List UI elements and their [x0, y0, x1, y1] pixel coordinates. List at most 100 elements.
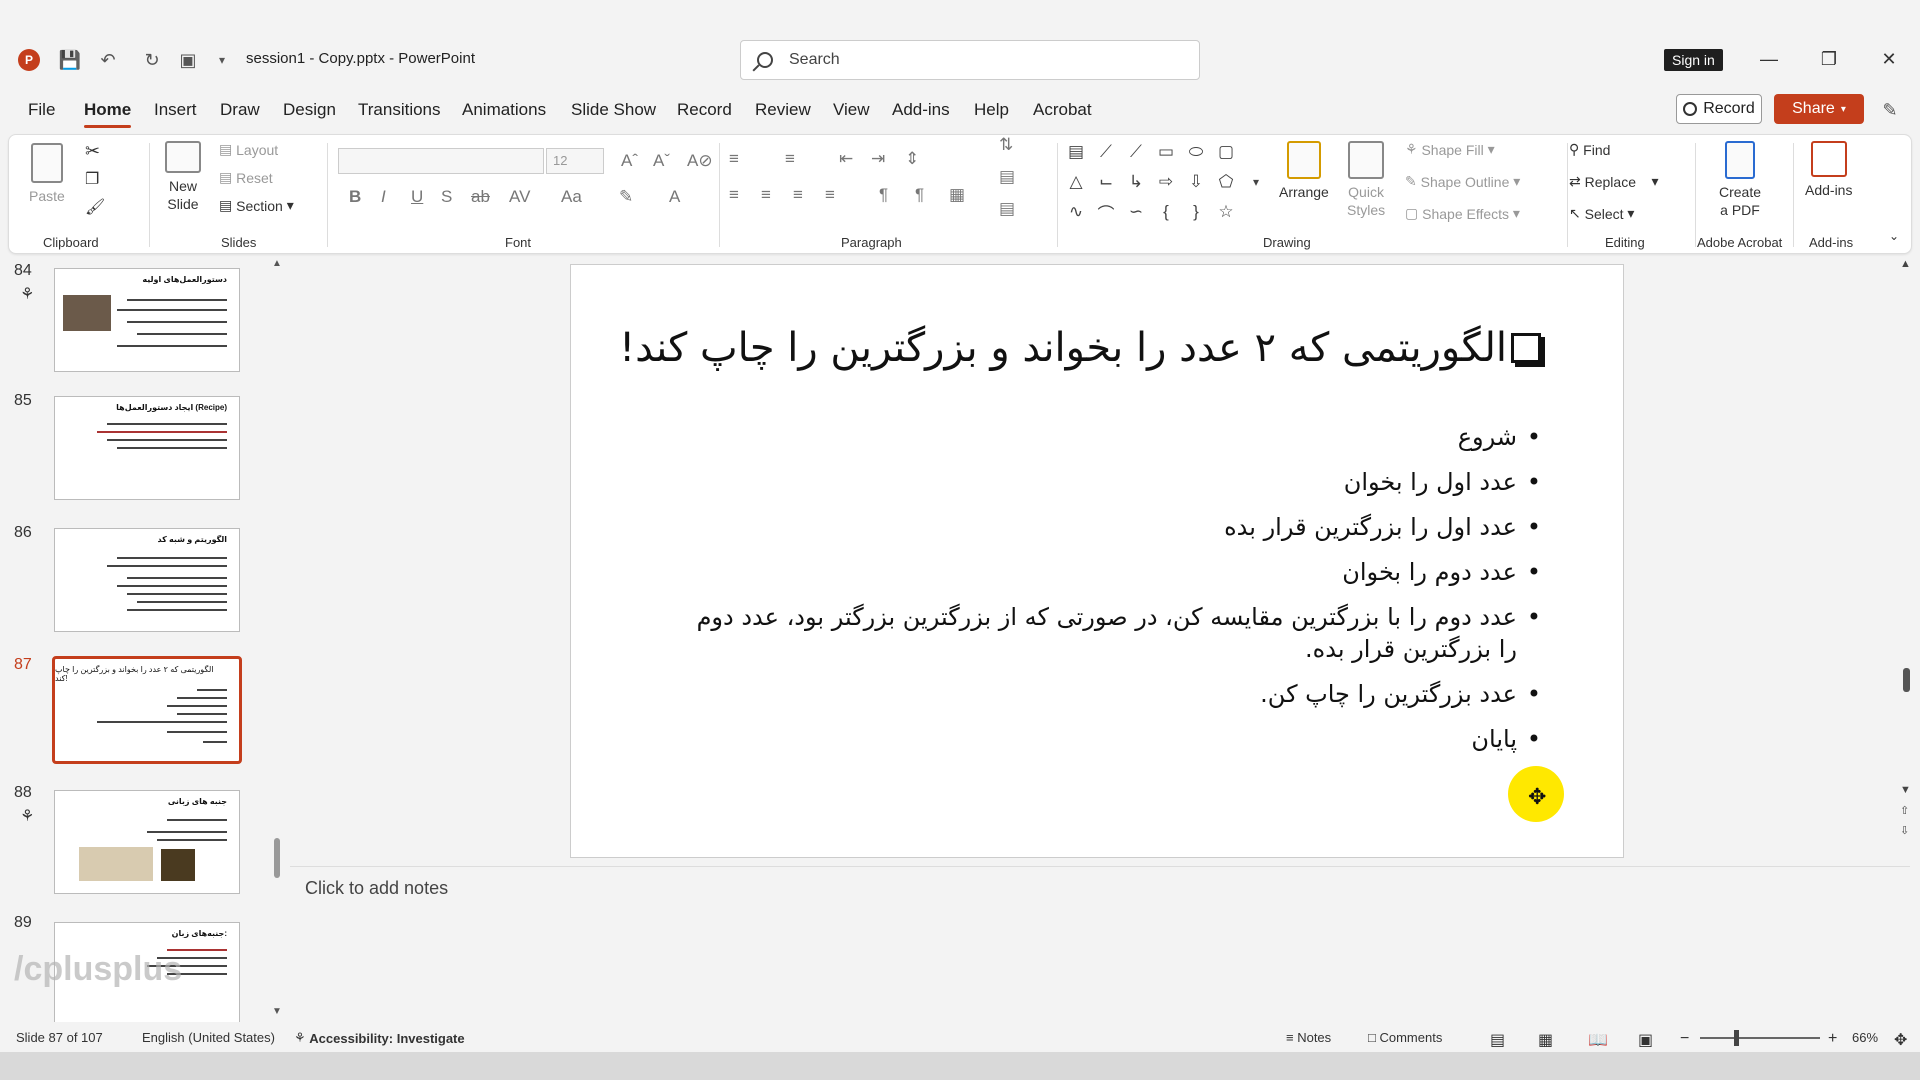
redo-icon[interactable]: ↻ [140, 48, 164, 72]
replace-button[interactable]: ⇄ Replace ▾ [1569, 173, 1659, 190]
scroll-down-icon[interactable]: ▼ [270, 1006, 284, 1017]
next-slide-icon[interactable]: ⇩ [1900, 824, 1909, 837]
slide-thumbnail-85[interactable]: ایجاد دستورالعمل‌ها (Recipe) [54, 396, 240, 500]
shapes-more-icon[interactable]: ▾ [1245, 171, 1267, 193]
star-shape-icon[interactable]: ☆ [1215, 201, 1237, 223]
sign-in-button[interactable]: Sign in [1664, 49, 1723, 71]
arc-shape-icon[interactable]: ⌒ [1095, 201, 1117, 224]
slide-thumbnail-84[interactable]: دستورالعمل‌های اولیه [54, 268, 240, 372]
line-spacing-icon[interactable]: ⇕ [905, 149, 919, 169]
slide-scroll-thumb[interactable] [1903, 668, 1910, 692]
shadow-icon[interactable]: S [441, 187, 452, 207]
down-arrow-shape-icon[interactable]: ⇩ [1185, 171, 1207, 193]
slide-bullets[interactable]: شروع عدد اول را بخوان عدد اول را بزرگتری… [681, 421, 1541, 768]
layout-button[interactable]: ▤ Layout [219, 141, 278, 158]
left-brace-icon[interactable]: { [1155, 201, 1177, 223]
accessibility-button[interactable]: ⚘ Accessibility: Investigate [294, 1030, 465, 1046]
undo-icon[interactable]: ↶ [96, 48, 120, 72]
tab-home[interactable]: Home [84, 100, 132, 128]
zoom-in-icon[interactable]: + [1828, 1030, 1837, 1048]
thumbnails-scrollbar[interactable]: ▲ ▼ [270, 258, 284, 1022]
slide-sorter-icon[interactable]: ▦ [1538, 1030, 1553, 1050]
align-right-icon[interactable]: ≡ [793, 185, 803, 205]
slide-canvas[interactable]: الگوریتمی که ۲ عدد را بخواند و بزرگترین … [570, 264, 1624, 858]
section-button[interactable]: ▤ Section ▾ [219, 197, 294, 214]
tab-draw[interactable]: Draw [220, 100, 260, 120]
character-spacing-icon[interactable]: AV [509, 187, 530, 207]
cut-icon[interactable]: ✂ [85, 141, 100, 162]
tab-design[interactable]: Design [283, 100, 336, 120]
arrow-line-shape-icon[interactable]: ⟋ [1125, 141, 1147, 163]
restore-icon[interactable]: ❐ [1814, 44, 1844, 74]
align-left-icon[interactable]: ≡ [729, 185, 739, 205]
justify-icon[interactable]: ≡ [825, 185, 835, 205]
smartart-icon[interactable]: ▤ [999, 199, 1015, 219]
line-shape-icon[interactable]: ⟋ [1095, 141, 1117, 163]
quick-styles-button[interactable]: Quick Styles [1347, 141, 1385, 219]
increase-font-icon[interactable]: Aˆ [621, 151, 638, 171]
strikethrough-icon[interactable]: ab [471, 187, 490, 207]
slide-thumbnail-86[interactable]: الگوریتم و شبه کد [54, 528, 240, 632]
slide-scrollbar[interactable]: ▲ ▼ ⇧ ⇩ [1898, 258, 1914, 858]
font-name-input[interactable] [338, 148, 544, 174]
shape-fill-button[interactable]: ⚘ Shape Fill ▾ [1405, 141, 1495, 158]
notes-input[interactable]: Click to add notes [305, 878, 448, 899]
tab-transitions[interactable]: Transitions [358, 100, 441, 120]
decrease-font-icon[interactable]: Aˇ [653, 151, 670, 171]
save-icon[interactable]: 💾 [58, 48, 82, 72]
scribble-shape-icon[interactable]: ∿ [1065, 201, 1087, 223]
decrease-indent-icon[interactable]: ⇤ [839, 149, 853, 169]
font-size-input[interactable]: 12 [546, 148, 604, 174]
select-button[interactable]: ↖ Select ▾ [1569, 205, 1634, 222]
present-icon[interactable]: ▣ [176, 48, 200, 72]
ltr-icon[interactable]: ¶ [879, 185, 888, 205]
thumbnails-scroll-thumb[interactable] [274, 838, 280, 878]
zoom-level[interactable]: 66% [1852, 1030, 1878, 1045]
tab-acrobat[interactable]: Acrobat [1033, 100, 1092, 120]
tab-view[interactable]: View [833, 100, 870, 120]
zoom-slider[interactable] [1700, 1037, 1820, 1039]
bullets-icon[interactable]: ≡ [729, 149, 739, 169]
normal-view-icon[interactable]: ▤ [1490, 1030, 1505, 1050]
slide-show-icon[interactable]: ▣ [1638, 1030, 1653, 1050]
paste-button[interactable]: Paste [29, 143, 65, 205]
tab-slide-show[interactable]: Slide Show [571, 100, 656, 120]
numbering-icon[interactable]: ≡ [785, 149, 795, 169]
elbow-connector-icon[interactable]: ⌙ [1095, 171, 1117, 193]
reading-view-icon[interactable]: 📖 [1588, 1030, 1608, 1050]
copy-icon[interactable]: ❐ [85, 169, 99, 189]
right-arrow-shape-icon[interactable]: ⇨ [1155, 171, 1177, 193]
notes-button[interactable]: ≡ Notes [1286, 1030, 1331, 1045]
find-button[interactable]: ⚲ Find [1569, 141, 1610, 158]
tab-add-ins[interactable]: Add-ins [892, 100, 950, 120]
rectangle-shape-icon[interactable]: ▭ [1155, 141, 1177, 163]
close-icon[interactable]: ✕ [1874, 44, 1904, 74]
collapse-ribbon-icon[interactable]: ⌄ [1889, 229, 1899, 243]
search-input[interactable]: Search [740, 40, 1200, 80]
reset-button[interactable]: ▤ Reset [219, 169, 273, 186]
slide-thumbnail-88[interactable]: جنبه های زبانی [54, 790, 240, 894]
italic-icon[interactable]: I [381, 187, 386, 207]
shape-effects-button[interactable]: ▢ Shape Effects ▾ [1405, 205, 1520, 222]
change-case-icon[interactable]: Aa [561, 187, 582, 207]
rounded-rectangle-shape-icon[interactable]: ▢ [1215, 141, 1237, 163]
right-brace-icon[interactable]: } [1185, 201, 1207, 223]
freeform-shape-icon[interactable]: ⬠ [1215, 171, 1237, 193]
previous-slide-icon[interactable]: ⇧ [1900, 804, 1909, 817]
curve-shape-icon[interactable]: ∽ [1125, 201, 1147, 223]
comments-pane-icon[interactable]: ✎ [1878, 98, 1902, 122]
font-color-icon[interactable]: A [669, 187, 680, 207]
comments-button[interactable]: □ Comments [1368, 1030, 1442, 1045]
columns-icon[interactable]: ▦ [949, 185, 965, 205]
shape-outline-button[interactable]: ✎ Shape Outline ▾ [1405, 173, 1520, 190]
text-direction-icon[interactable]: ⇅ [999, 135, 1013, 155]
increase-indent-icon[interactable]: ⇥ [871, 149, 885, 169]
tab-record[interactable]: Record [677, 100, 732, 120]
clear-formatting-icon[interactable]: A⊘ [687, 151, 713, 171]
rtl-icon[interactable]: ¶ [915, 185, 924, 205]
language-indicator[interactable]: English (United States) [142, 1030, 275, 1045]
minimize-icon[interactable]: — [1754, 44, 1784, 74]
elbow-arrow-icon[interactable]: ↳ [1125, 171, 1147, 193]
new-slide-button[interactable]: New Slide [165, 141, 201, 213]
tab-file[interactable]: File [28, 100, 55, 120]
